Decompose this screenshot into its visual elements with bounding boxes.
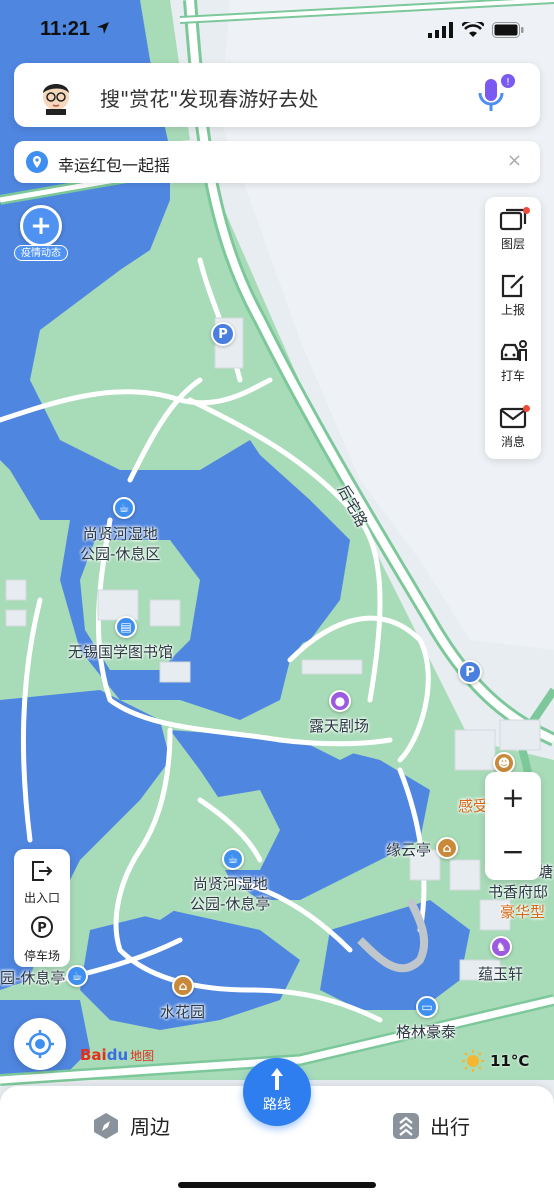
library-label: 无锡国学图书馆 [68,643,174,661]
report-icon [501,274,524,298]
parking-label: 停车场 [23,949,60,963]
message-button[interactable]: 消息 [485,395,541,459]
route-arrow-icon [271,1068,283,1090]
attraction-pin[interactable]: ☻ [493,752,515,774]
report-label: 上报 [500,303,525,317]
zoom-control: + − [485,772,541,880]
badge-dot [523,405,530,412]
pavilion-pin[interactable]: ⌂ [436,837,458,859]
yunyuxuan-label: 蕴玉轩 [478,965,524,983]
battery-icon [492,22,524,38]
status-time: 11:21 [40,18,91,40]
taxi-button[interactable]: 打车 [485,329,541,393]
rest-area-pin[interactable]: ☕ [113,497,135,519]
right-toolbar: 图层 上报 打车 消息 [485,197,541,459]
epidemic-button[interactable]: + 疫情动态 [14,205,68,261]
logo-ditu: 地图 [130,1049,155,1063]
parking-icon: P [31,916,53,938]
route-label: 路线 [263,1097,291,1113]
promo-banner[interactable]: 幸运红包一起摇 × [14,141,540,183]
theater-pin[interactable]: ● [329,690,351,712]
microphone-icon[interactable]: ! [472,71,516,119]
baidu-logo: Baidu 地图 [80,1046,154,1064]
library-pin[interactable]: ▤ [115,616,137,638]
hotel-pin[interactable]: ▭ [416,996,438,1018]
logo-du: du [106,1046,129,1064]
rest-pavilion-pin[interactable]: ☕ [222,848,244,870]
home-indicator [178,1182,376,1188]
nearby-button[interactable]: 周边 [92,1111,170,1140]
layers-button[interactable]: 图层 [485,197,541,261]
search-placeholder[interactable]: 搜"赏花"发现春游好去处 [100,83,318,112]
yunyuxuan-pin[interactable]: ♞ [490,936,512,958]
travel-button[interactable]: 出行 [392,1111,470,1140]
signal-icon [428,22,453,38]
route-button[interactable]: 路线 [243,1058,311,1126]
travel-icon [393,1112,419,1139]
gelinhaotai-label: 格林豪泰 [396,1023,457,1041]
status-bar: 11:21 [0,0,554,60]
rest-pavilion-label: 尚贤河湿地 公园-休息亭 [190,875,271,913]
message-label: 消息 [500,435,525,449]
parking-pin[interactable]: P [211,322,235,346]
theater-label: 露天剧场 [309,717,370,735]
report-button[interactable]: 上报 [485,263,541,327]
svg-text:P: P [37,921,47,936]
locate-button[interactable] [14,1018,66,1070]
yuanyun-label: 缘云亭 [386,841,432,859]
haohuaxing-label: 豪华型 [500,903,546,921]
left-toolbar: 出入口 P 停车场 [14,849,70,967]
layers-label: 图层 [500,237,525,251]
entrance-button[interactable]: 出入口 [14,853,70,911]
zoom-out-button[interactable]: − [485,826,541,880]
epidemic-label: 疫情动态 [14,245,68,261]
location-pin-icon [26,151,48,173]
plus-icon: + [20,205,62,247]
banner-text[interactable]: 幸运红包一起摇 [58,152,170,176]
badge-dot [523,207,530,214]
shuihuayuan-label: 水花园 [160,1003,206,1021]
ganshou-label: 感受 [458,797,489,815]
sun-icon [462,1050,484,1072]
close-icon[interactable]: × [507,150,522,171]
svg-text:!: ! [506,77,510,88]
entrance-icon [32,861,53,881]
search-bar[interactable]: 搜"赏花"发现春游好去处 ! [14,63,540,127]
wifi-icon [462,22,484,37]
avatar[interactable] [36,75,76,115]
compass-icon [94,1112,118,1139]
taxi-icon [500,340,527,361]
parking-button[interactable]: P 停车场 [14,911,70,969]
shuxiang-label-2: 书香府邸 [488,883,549,901]
temperature: 11°C [490,1052,530,1070]
taxi-label: 打车 [500,369,525,383]
zoom-in-button[interactable]: + [485,772,541,826]
rest-area-label: 尚贤河湿地 公园-休息区 [80,525,161,563]
garden-pin[interactable]: ⌂ [172,975,194,997]
weather[interactable]: 11°C [462,1050,529,1072]
travel-label: 出行 [430,1115,470,1139]
location-arrow-icon [97,22,109,34]
left-edge-label: 园-休息亭 [0,969,66,987]
parking-pin[interactable]: P [458,660,482,684]
nearby-label: 周边 [130,1115,170,1139]
locate-icon [26,1030,54,1058]
logo-bai: Bai [80,1046,107,1064]
entrance-label: 出入口 [23,891,60,905]
